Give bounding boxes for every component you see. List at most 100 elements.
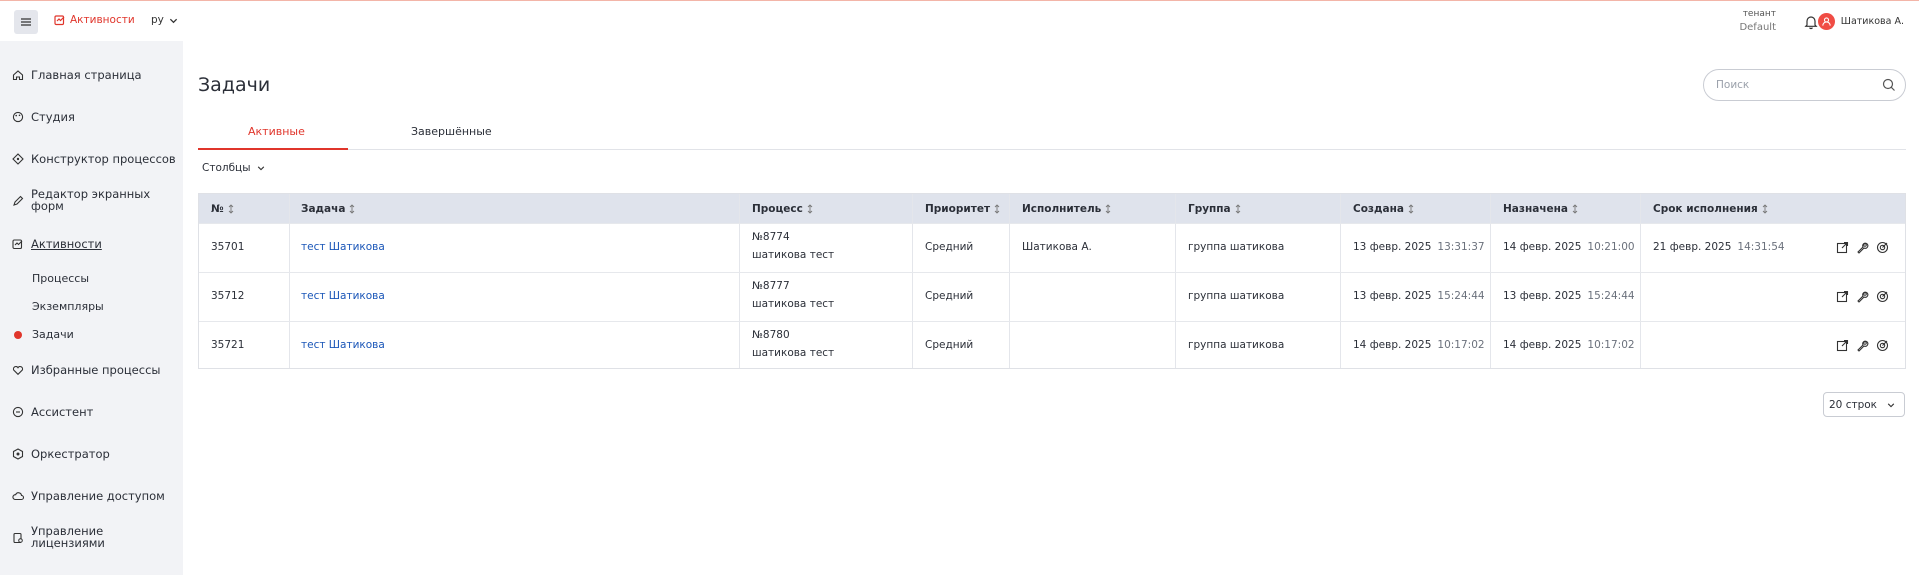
columns-button-label: Столбцы — [202, 162, 251, 174]
columns-button[interactable]: Столбцы — [202, 162, 265, 174]
column-header-label: Процесс — [752, 203, 803, 215]
sidebar-item-activities[interactable]: Активности — [12, 237, 102, 251]
column-header-label: Задача — [301, 203, 346, 215]
sidebar-item-orchestrator[interactable]: Оркестратор — [12, 447, 110, 461]
column-header-due[interactable]: Срок исполнения — [1653, 203, 1768, 215]
due-date: 21 февр. 2025 — [1653, 241, 1732, 253]
cell-due: 21 февр. 2025 14:31:54 — [1653, 241, 1785, 253]
target-icon[interactable] — [1876, 339, 1889, 352]
wrench-icon[interactable] — [1856, 290, 1869, 303]
created-time: 13:31:37 — [1437, 241, 1485, 253]
cell-process: №8780 шатикова тест — [752, 326, 834, 362]
sidebar-subitem-instances[interactable]: Экземпляры — [32, 300, 104, 313]
open-external-icon[interactable] — [1836, 241, 1849, 254]
chat-icon — [12, 406, 24, 418]
sidebar-item-label: Избранные процессы — [31, 363, 161, 377]
column-header-process[interactable]: Процесс — [752, 203, 813, 215]
cell-priority: Средний — [925, 241, 974, 253]
column-header-assignee[interactable]: Исполнитель — [1022, 203, 1111, 215]
target-icon[interactable] — [1876, 241, 1889, 254]
table-row[interactable]: 35701 тест Шатикова №8774 шатикова тест … — [199, 223, 1905, 272]
cell-assigned: 14 февр. 2025 10:21:00 — [1503, 241, 1635, 253]
process-name: шатикова тест — [752, 298, 835, 310]
cell-task-link[interactable]: тест Шатикова — [301, 241, 385, 253]
process-name: шатикова тест — [752, 249, 835, 261]
column-header-created[interactable]: Создана — [1353, 203, 1414, 215]
home-icon — [12, 70, 24, 81]
target-icon[interactable] — [1876, 290, 1889, 303]
user-menu[interactable]: Шатикова А. — [1817, 13, 1904, 30]
table-header: № Задача Процесс Приоритет Исполнитель Г… — [199, 194, 1905, 223]
heart-icon — [12, 365, 24, 376]
sidebar-item-home[interactable]: Главная страница — [12, 68, 142, 82]
wrench-icon[interactable] — [1856, 241, 1869, 254]
sidebar-item-license-management[interactable]: Управление лицензиями — [12, 524, 142, 550]
cell-assigned: 13 февр. 2025 15:24:44 — [1503, 290, 1635, 302]
cell-task-link[interactable]: тест Шатикова — [301, 290, 385, 302]
column-header-group[interactable]: Группа — [1188, 203, 1241, 215]
open-external-icon[interactable] — [1836, 339, 1849, 352]
menu-toggle-button[interactable] — [14, 10, 38, 34]
tenant-caption: тенант — [1742, 9, 1776, 19]
assigned-date: 14 февр. 2025 — [1503, 339, 1582, 351]
wrench-icon[interactable] — [1856, 339, 1869, 352]
column-header-priority[interactable]: Приоритет — [925, 203, 1000, 215]
process-number: №8780 — [752, 329, 790, 341]
tab-completed[interactable]: Завершённые — [411, 125, 492, 138]
cell-process: №8777 шатикова тест — [752, 277, 834, 313]
assigned-time: 10:21:00 — [1587, 241, 1635, 253]
search-input[interactable] — [1716, 77, 1876, 93]
sidebar-item-label: Управление лицензиями — [31, 524, 105, 550]
cell-group: группа шатикова — [1188, 339, 1285, 351]
cell-number: 35701 — [211, 241, 245, 253]
sidebar-item-access-management[interactable]: Управление доступом — [12, 489, 165, 503]
column-header-number[interactable]: № — [211, 203, 234, 215]
chevron-down-icon — [1887, 402, 1895, 407]
sort-icon — [1408, 204, 1414, 214]
tenant-value: Default — [1739, 22, 1776, 33]
cell-number: 35712 — [211, 290, 245, 302]
activity-icon — [54, 15, 65, 26]
sidebar-subitem-processes[interactable]: Процессы — [32, 272, 89, 285]
cell-task-link[interactable]: тест Шатикова — [301, 339, 385, 351]
created-time: 10:17:02 — [1437, 339, 1485, 351]
tab-active[interactable]: Активные — [248, 125, 305, 138]
cell-assigned: 14 февр. 2025 10:17:02 — [1503, 339, 1635, 351]
column-header-task[interactable]: Задача — [301, 203, 355, 215]
table-row[interactable]: 35721 тест Шатикова №8780 шатикова тест … — [199, 321, 1905, 370]
search-icon[interactable] — [1882, 78, 1896, 92]
sidebar: Главная страница Студия Конструктор проц… — [0, 41, 183, 575]
cell-process: №8774 шатикова тест — [752, 228, 834, 264]
cell-due — [1653, 339, 1659, 351]
avatar — [1817, 13, 1835, 30]
search-box[interactable] — [1703, 69, 1906, 101]
app-section-link[interactable]: Активности — [54, 14, 135, 26]
sidebar-item-studio[interactable]: Студия — [12, 110, 75, 124]
tenant-info[interactable]: тенант Default — [1739, 8, 1776, 34]
created-date: 14 февр. 2025 — [1353, 339, 1432, 351]
created-date: 13 февр. 2025 — [1353, 290, 1432, 302]
sort-icon — [1106, 204, 1111, 214]
column-header-assigned[interactable]: Назначена — [1503, 203, 1578, 215]
sort-icon — [350, 204, 355, 214]
palette-icon — [12, 111, 24, 123]
bell-icon[interactable] — [1803, 14, 1819, 30]
cell-number: 35721 — [211, 339, 245, 351]
language-selector[interactable]: ру — [151, 14, 178, 26]
sidebar-item-form-editor[interactable]: Редактор экранных форм — [12, 187, 172, 213]
app-header: Активности ру тенант Default Шатикова А. — [0, 1, 1919, 41]
sidebar-subitem-tasks[interactable]: Задачи — [32, 328, 74, 341]
open-external-icon[interactable] — [1836, 290, 1849, 303]
sort-icon — [1572, 204, 1578, 214]
assigned-time: 10:17:02 — [1587, 339, 1635, 351]
created-date: 13 февр. 2025 — [1353, 241, 1432, 253]
sidebar-item-assistant[interactable]: Ассистент — [12, 405, 93, 419]
cell-group: группа шатикова — [1188, 241, 1285, 253]
sidebar-item-label: Редактор экранных форм — [31, 187, 151, 213]
sidebar-item-process-builder[interactable]: Конструктор процессов — [12, 152, 176, 166]
rows-per-page-select[interactable]: 20 строк — [1823, 392, 1905, 417]
cell-priority: Средний — [925, 290, 974, 302]
table-row[interactable]: 35712 тест Шатикова №8777 шатикова тест … — [199, 272, 1905, 321]
sidebar-item-favorites[interactable]: Избранные процессы — [12, 363, 161, 377]
cell-created: 14 февр. 2025 10:17:02 — [1353, 339, 1485, 351]
